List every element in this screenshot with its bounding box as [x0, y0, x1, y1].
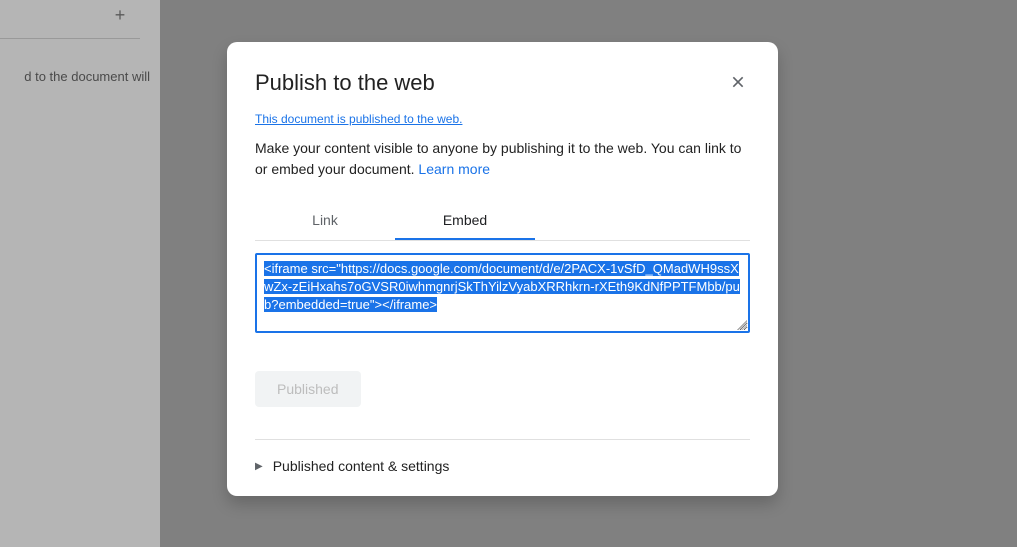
modal-header: Publish to the web: [255, 70, 750, 96]
close-button[interactable]: [726, 70, 750, 94]
tab-link[interactable]: Link: [255, 202, 395, 240]
tabs: Link Embed: [255, 202, 750, 241]
collapsible-label: Published content & settings: [273, 458, 450, 474]
tab-embed[interactable]: Embed: [395, 202, 535, 240]
resize-handle-icon: [737, 320, 747, 330]
published-notice-link[interactable]: This document is published to the web.: [255, 112, 462, 126]
description-text: Make your content visible to anyone by p…: [255, 140, 741, 177]
modal-description: Make your content visible to anyone by p…: [255, 138, 750, 180]
learn-more-link[interactable]: Learn more: [418, 161, 490, 177]
modal-overlay: Publish to the web This document is publ…: [0, 0, 1017, 547]
publish-modal: Publish to the web This document is publ…: [227, 42, 778, 496]
close-icon: [730, 74, 746, 90]
section-divider: [255, 439, 750, 440]
published-content-settings-toggle[interactable]: ▶ Published content & settings: [255, 454, 449, 478]
modal-title: Publish to the web: [255, 70, 435, 96]
chevron-right-icon: ▶: [255, 461, 263, 472]
published-button[interactable]: Published: [255, 371, 361, 407]
embed-code-textarea[interactable]: <iframe src="https://docs.google.com/doc…: [255, 253, 750, 333]
embed-code-selected-text: <iframe src="https://docs.google.com/doc…: [264, 261, 740, 312]
